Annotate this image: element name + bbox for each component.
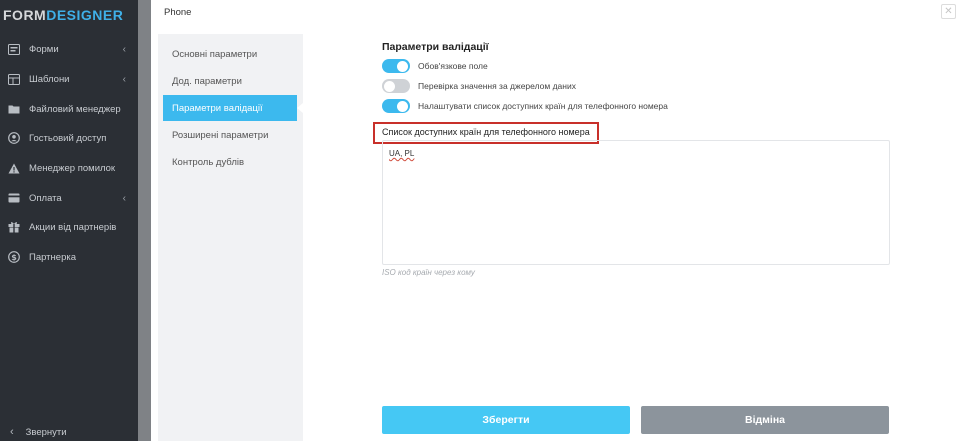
data-source-check-toggle[interactable] — [382, 79, 410, 93]
sidebar-item-label: Партнерка — [29, 251, 76, 263]
sidebar-item-label: Гостьовий доступ — [29, 132, 107, 144]
gift-icon — [7, 220, 21, 234]
sidebar-item-guest-access[interactable]: Гостьовий доступ — [0, 128, 138, 148]
overlay-backdrop — [138, 0, 151, 441]
country-list-toggle[interactable] — [382, 99, 410, 113]
folder-icon — [7, 102, 21, 116]
sidebar-item-label: Менеджер помилок — [29, 162, 116, 174]
tab-validation-params[interactable]: Параметри валідації — [163, 95, 303, 121]
svg-text:$: $ — [11, 253, 17, 262]
countries-hint: ISO код країн через кому — [382, 268, 475, 277]
tab-basic-params[interactable]: Основні параметри — [158, 41, 303, 67]
chevron-left-icon: ‹ — [122, 192, 126, 204]
field-settings-modal: Phone ✕ Основні параметри Дод. параметри… — [151, 0, 960, 441]
sidebar-item-label: Оплата — [29, 192, 62, 204]
sidebar-item-label: Шаблони — [29, 73, 70, 85]
toggle-label: Обов'язкове поле — [418, 61, 488, 71]
card-icon — [7, 191, 21, 205]
logo-text-form: FORM — [3, 7, 47, 23]
countries-field-label: Список доступних країн для телефонного н… — [382, 127, 590, 137]
close-icon[interactable]: ✕ — [941, 4, 956, 19]
settings-nav: Основні параметри Дод. параметри Парамет… — [158, 34, 303, 441]
cancel-button[interactable]: Відміна — [641, 406, 889, 434]
data-source-check-toggle-row[interactable]: Перевірка значення за джерелом даних — [382, 79, 576, 93]
template-icon — [7, 72, 21, 86]
sidebar-item-payment[interactable]: Оплата ‹ — [0, 188, 138, 208]
sidebar-item-affiliate[interactable]: $ Партнерка — [0, 247, 138, 267]
modal-title: Phone — [164, 7, 192, 18]
save-button[interactable]: Зберегти — [382, 406, 630, 434]
user-circle-icon — [7, 131, 21, 145]
sidebar-item-label: Форми — [29, 43, 59, 55]
sidebar-item-error-manager[interactable]: Менеджер помилок — [0, 158, 138, 178]
collapse-label: Звернути — [25, 426, 67, 438]
sidebar-item-file-manager[interactable]: Файловий менеджер — [0, 99, 138, 119]
tab-duplicate-control[interactable]: Контроль дублів — [158, 149, 303, 175]
app-logo[interactable]: FORM DESIGNER — [0, 0, 138, 30]
sidebar-item-templates[interactable]: Шаблони ‹ — [0, 69, 138, 89]
tab-extra-params[interactable]: Дод. параметри — [158, 68, 303, 94]
chevron-left-icon: ‹ — [10, 426, 14, 438]
toggle-label: Налаштувати список доступних країн для т… — [418, 101, 668, 111]
sidebar-item-label: Файловий менеджер — [29, 103, 121, 115]
countries-textarea[interactable]: UA, PL — [382, 140, 890, 265]
section-title: Параметри валідації — [382, 41, 489, 53]
dollar-icon: $ — [7, 250, 21, 264]
sidebar-collapse-button[interactable]: ‹ Звернути — [0, 422, 138, 441]
countries-value: UA, PL — [389, 149, 415, 158]
country-list-toggle-row[interactable]: Налаштувати список доступних країн для т… — [382, 99, 668, 113]
chevron-left-icon: ‹ — [122, 73, 126, 85]
required-field-toggle[interactable] — [382, 59, 410, 73]
tab-advanced-params[interactable]: Розширені параметри — [158, 122, 303, 148]
sidebar-item-label: Акции від партнерів — [29, 221, 117, 233]
form-icon — [7, 42, 21, 56]
required-field-toggle-row[interactable]: Обов'язкове поле — [382, 59, 488, 73]
sidebar-item-partner-promos[interactable]: Акции від партнерів — [0, 217, 138, 237]
sidebar-item-forms[interactable]: Форми ‹ — [0, 39, 138, 59]
toggle-label: Перевірка значення за джерелом даних — [418, 81, 576, 91]
warning-icon — [7, 161, 21, 175]
logo-text-designer: DESIGNER — [46, 7, 124, 23]
chevron-left-icon: ‹ — [122, 43, 126, 55]
main-sidebar: FORM DESIGNER Форми ‹ Шаблони ‹ Файловий … — [0, 0, 138, 441]
